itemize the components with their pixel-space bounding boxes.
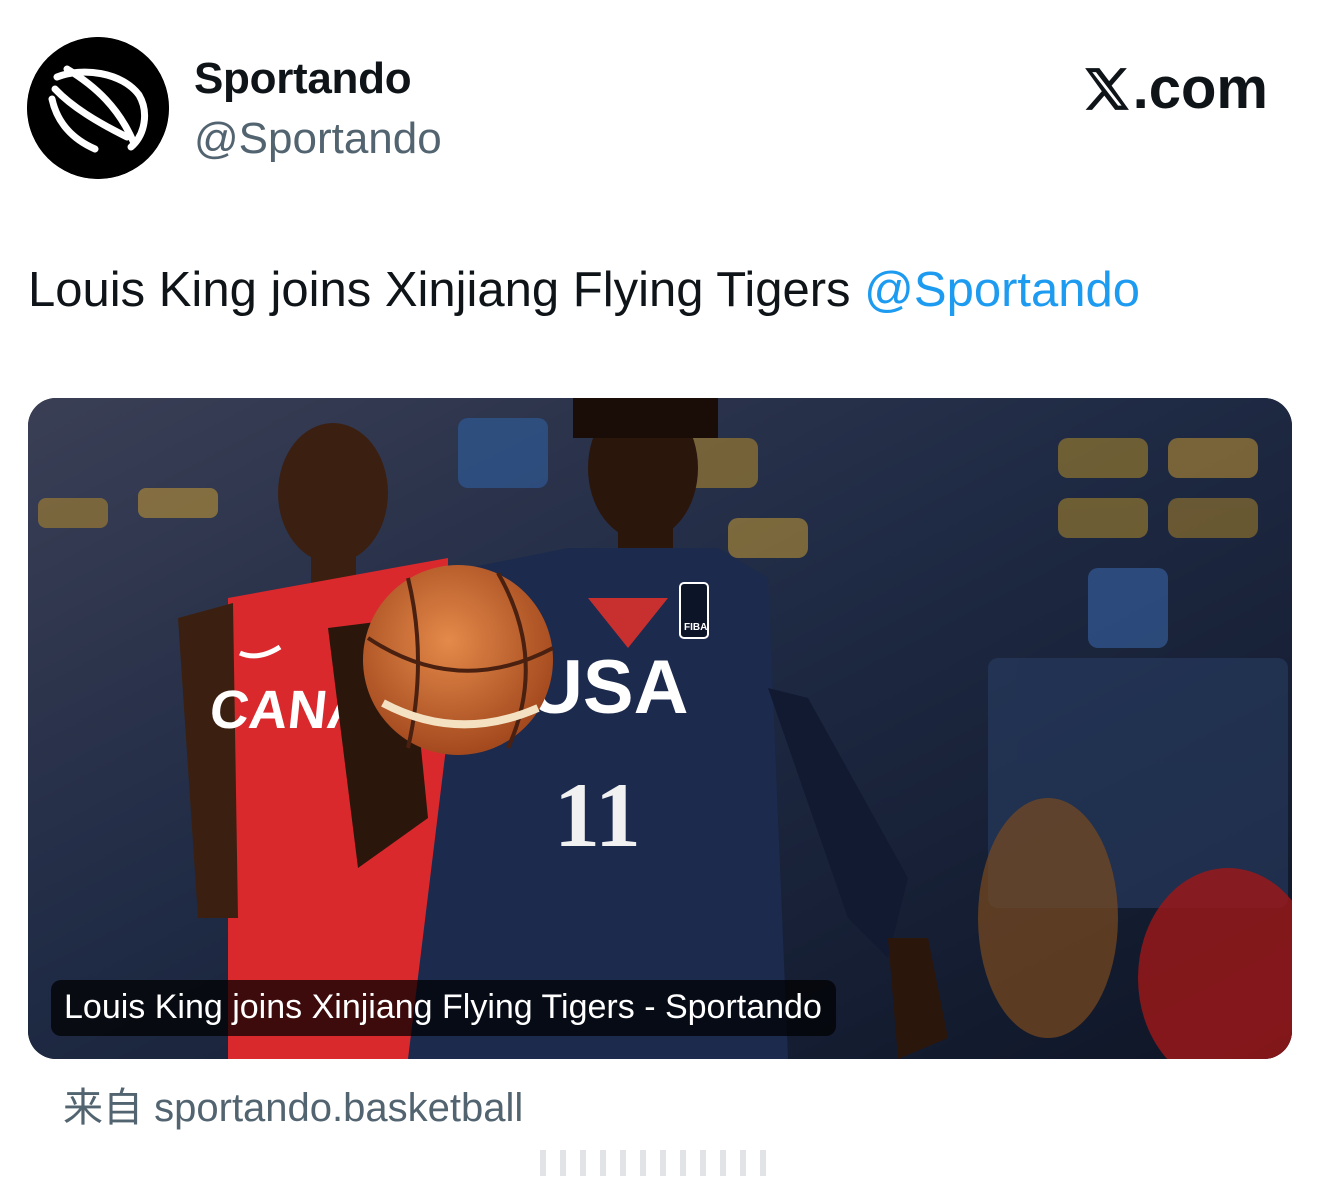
mention-link[interactable]: @Sportando: [864, 263, 1140, 317]
article-photo: CANA USA 11 FIBA: [28, 398, 1292, 1059]
link-preview-card[interactable]: CANA USA 11 FIBA Louis King joins Xinjia…: [28, 398, 1292, 1059]
tweet-body: Louis King joins Xinjiang Flying Tigers: [28, 263, 865, 317]
display-name[interactable]: Sportando: [194, 54, 412, 104]
x-logo-icon: [1084, 67, 1129, 110]
watermark-icon: [540, 1150, 766, 1176]
fiba-badge-text: FIBA: [684, 622, 707, 633]
basketball-icon: [363, 565, 554, 755]
user-handle[interactable]: @Sportando: [194, 114, 442, 164]
basketball-logo-icon: [27, 37, 169, 179]
avatar[interactable]: [27, 37, 169, 179]
card-caption: Louis King joins Xinjiang Flying Tigers …: [51, 980, 836, 1036]
front-jersey-number: 11: [554, 764, 641, 866]
link-source[interactable]: 来自 sportando.basketball: [63, 1075, 523, 1133]
source-prefix: 来自: [63, 1086, 143, 1130]
source-domain[interactable]: sportando.basketball: [154, 1086, 523, 1130]
brand-logo: .com: [1081, 55, 1268, 122]
tweet-text: Louis King joins Xinjiang Flying Tigers …: [28, 262, 1140, 318]
brand-domain: .com: [1132, 56, 1268, 121]
